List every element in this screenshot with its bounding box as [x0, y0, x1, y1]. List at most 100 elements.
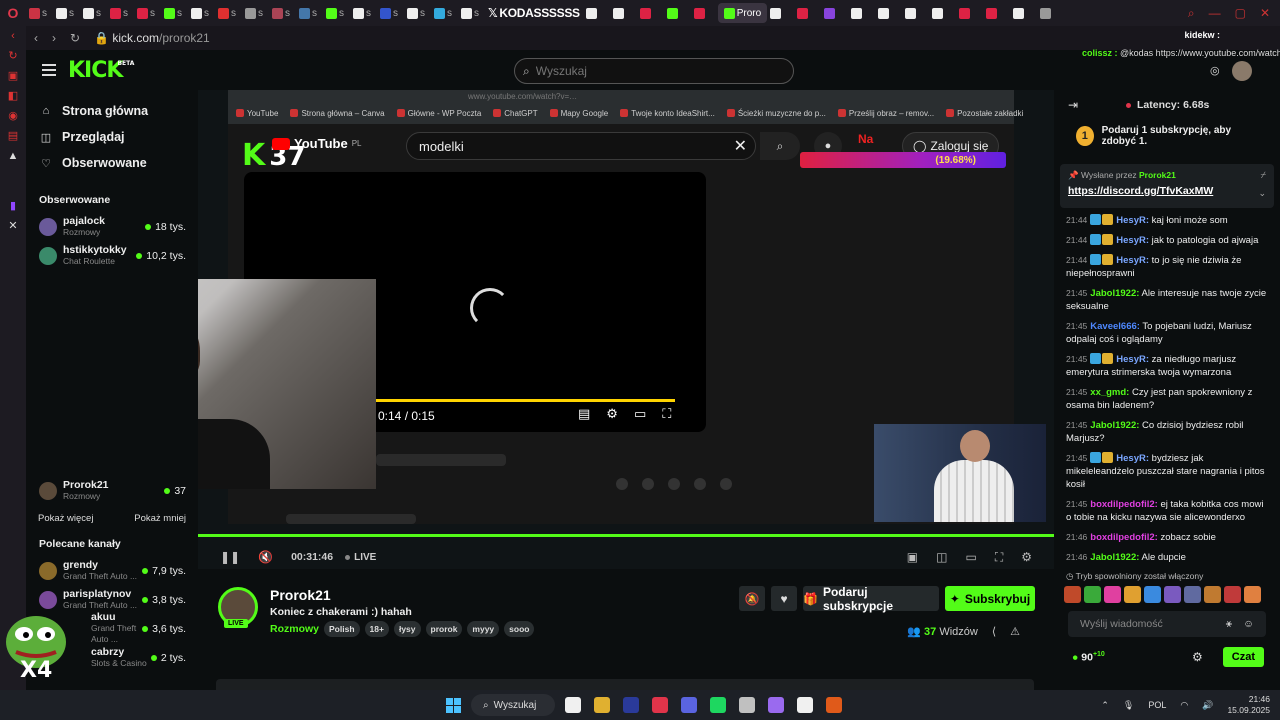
collapse-chat-icon[interactable]: ⇥ — [1068, 98, 1078, 112]
stream-tag[interactable]: łysy — [393, 621, 421, 637]
fullscreen-icon[interactable]: ⛶ — [995, 550, 1003, 565]
user-avatar[interactable] — [1232, 61, 1252, 81]
chat-username[interactable]: Jabol1922: — [1090, 552, 1139, 563]
streamer-name[interactable]: Prorok21 — [270, 587, 331, 603]
chat-username[interactable]: Kaveel666: — [1090, 321, 1140, 332]
settings-icon[interactable]: ⚙ — [1021, 550, 1032, 565]
taskbar-app-icon[interactable] — [565, 697, 581, 713]
translate-icon[interactable]: ⚹ — [1226, 618, 1232, 631]
news-icon[interactable]: ▤ — [7, 130, 19, 142]
unpin-icon[interactable]: ⌿ — [1261, 170, 1266, 181]
emote-icon[interactable] — [1164, 586, 1181, 603]
browser-tab[interactable]: s — [134, 3, 161, 23]
taskbar-app-icon[interactable] — [710, 697, 726, 713]
chevron-down-icon[interactable]: ⌄ — [1258, 188, 1266, 199]
share-icon[interactable]: ⟨ — [992, 625, 996, 638]
browser-tab[interactable]: s — [377, 3, 404, 23]
back-arrow-icon[interactable]: ‹ — [7, 30, 19, 42]
browser-tab[interactable] — [875, 3, 902, 23]
stream-category[interactable]: Rozmowy — [270, 623, 319, 635]
back-icon[interactable]: ‹ — [34, 31, 38, 45]
maximize-icon[interactable]: ▢ — [1235, 6, 1246, 20]
browser-tab[interactable]: s — [242, 3, 269, 23]
browser-tab[interactable] — [1010, 3, 1037, 23]
taskbar-app-icon[interactable] — [797, 697, 813, 713]
chat-username[interactable]: HesyR: — [1116, 215, 1149, 226]
browser-tab[interactable] — [610, 3, 637, 23]
browser-tab[interactable] — [983, 3, 1010, 23]
emote-icon[interactable] — [1224, 586, 1241, 603]
clock[interactable]: 21:46 15.09.2025 — [1227, 694, 1270, 716]
search-input[interactable] — [535, 64, 756, 78]
taskbar-search[interactable]: ⌕ Wyszukaj — [471, 694, 555, 716]
browser-tab[interactable]: s — [431, 3, 458, 23]
stream-tag[interactable]: prorok — [425, 621, 463, 637]
chat-username[interactable]: HesyR: — [1116, 235, 1149, 246]
search-tabs-icon[interactable]: ⌕ — [1188, 6, 1195, 21]
chat-username[interactable]: boxdilpedofil2: — [1090, 532, 1158, 543]
browser-tab[interactable]: s — [215, 3, 242, 23]
browser-tab[interactable] — [794, 3, 821, 23]
channel-item[interactable]: parisplatynov Grand Theft Auto ... 3,8 tys… — [26, 585, 198, 614]
chat-settings-icon[interactable]: ⚙ — [1192, 650, 1203, 664]
search-box[interactable]: ⌕ — [514, 58, 794, 84]
browser-tab[interactable] — [956, 3, 983, 23]
browser-tab[interactable] — [1037, 3, 1064, 23]
chat-username[interactable]: HesyR: — [1116, 354, 1149, 365]
windows-start-icon[interactable] — [446, 697, 461, 713]
pip-icon[interactable]: ▣ — [907, 550, 918, 565]
browser-tab[interactable] — [583, 3, 610, 23]
browser-tab[interactable] — [664, 3, 691, 23]
menu-icon[interactable] — [42, 64, 56, 76]
nav-item-2[interactable]: ♡ Obserwowane — [26, 150, 198, 176]
emote-icon[interactable] — [1184, 586, 1201, 603]
emote-icon[interactable] — [1064, 586, 1081, 603]
show-more-button[interactable]: Pokaż więcej — [38, 513, 93, 524]
gift-subscription-button[interactable]: 🎁 Podaruj subskrypcje — [803, 585, 939, 613]
tray-expand-icon[interactable]: ⌃ — [1101, 700, 1109, 711]
wallet-icon[interactable]: ▣ — [7, 70, 19, 82]
browser-tab[interactable]: s — [458, 3, 485, 23]
stream-tag[interactable]: 18+ — [364, 621, 389, 637]
browser-tab[interactable]: s — [296, 3, 323, 23]
browser-tab[interactable]: s — [323, 3, 350, 23]
chat-username[interactable]: HesyR: — [1116, 453, 1149, 464]
kick-side-icon[interactable]: ▲ — [7, 150, 19, 162]
browser-tab[interactable]: s — [269, 3, 296, 23]
browser-tab[interactable] — [767, 3, 794, 23]
nav-item-0[interactable]: ⌂ Strona główna — [26, 98, 198, 124]
tab-kodas[interactable]: 𝕏 KODASSSSSS — [485, 3, 583, 23]
browser-tab[interactable] — [902, 3, 929, 23]
followed-current[interactable]: Prorok21 Rozmowy 37 — [26, 476, 198, 505]
emoji-icon[interactable]: ☺ — [1243, 618, 1254, 630]
emote-icon[interactable] — [1104, 586, 1121, 603]
pinned-link[interactable]: https://discord.gg/TfvKaxMW — [1068, 185, 1266, 197]
minimize-icon[interactable]: — — [1209, 6, 1221, 20]
twitch-icon[interactable]: ▮ — [7, 200, 19, 212]
chat-username[interactable]: HesyR: — [1116, 255, 1149, 266]
taskbar-app-icon[interactable] — [652, 697, 668, 713]
subscribe-button[interactable]: ✦ Subskrybuj — [945, 586, 1035, 611]
mute-icon[interactable]: 🔇 — [258, 550, 273, 564]
follow-button[interactable]: ♥ — [771, 586, 797, 611]
browser-tab[interactable]: s — [161, 3, 188, 23]
history-icon[interactable]: ↻ — [7, 50, 19, 62]
report-icon[interactable]: ⚠ — [1010, 625, 1020, 638]
language-indicator[interactable]: POL — [1148, 700, 1166, 710]
emote-icon[interactable] — [1204, 586, 1221, 603]
chat-username[interactable]: Jabol1922: — [1090, 420, 1139, 431]
notifications-off-button[interactable]: 🔕 — [739, 586, 765, 611]
forward-icon[interactable]: › — [52, 31, 56, 45]
clip-icon[interactable]: ◫ — [936, 550, 947, 565]
browser-tab[interactable]: s — [188, 3, 215, 23]
bag-icon[interactable]: ◧ — [7, 90, 19, 102]
emote-icon[interactable] — [1084, 586, 1101, 603]
browser-tab[interactable]: s — [53, 3, 80, 23]
browser-tab[interactable] — [691, 3, 718, 23]
microphone-tray-icon[interactable]: 🎙 — [1123, 700, 1134, 711]
browser-tab[interactable] — [929, 3, 956, 23]
taskbar-app-icon[interactable] — [594, 697, 610, 713]
sub-goal-banner[interactable]: 1 Podaruj 1 subskrypcję, aby zdobyć 1. — [1054, 120, 1280, 152]
opera-logo-icon[interactable]: O — [0, 0, 26, 26]
chat-username[interactable]: Jabol1922: — [1090, 288, 1139, 299]
